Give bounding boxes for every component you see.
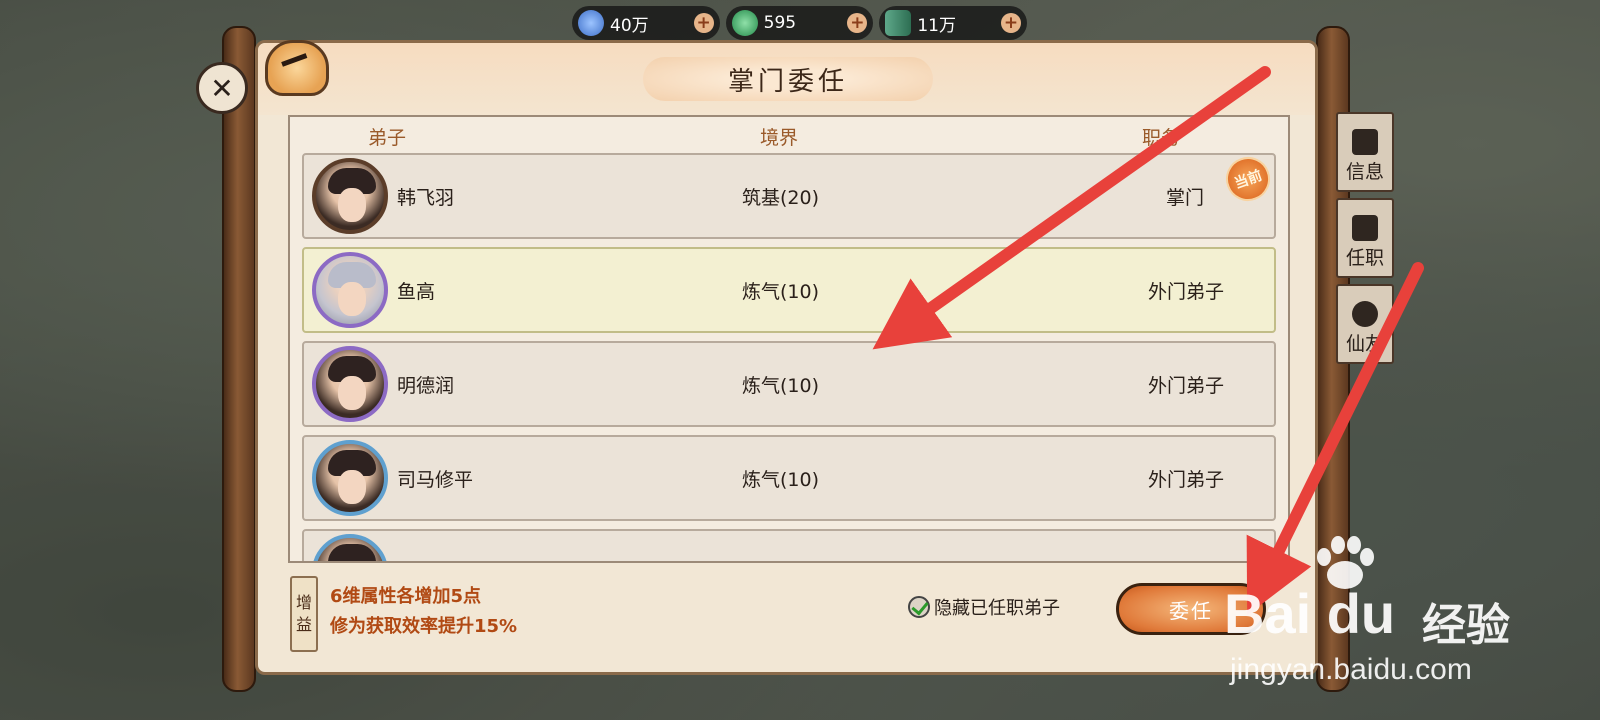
disciple-realm: 筑基(20) xyxy=(742,187,820,209)
disciple-realm: 炼气(10) xyxy=(742,281,820,303)
watermark-url: jingyan.baidu.com xyxy=(1230,653,1472,686)
dialog-header: 掌门委任 xyxy=(258,43,1315,115)
disciple-avatar xyxy=(312,534,388,561)
disciple-row[interactable]: 明德润 炼气(10) 外门弟子 xyxy=(302,341,1276,427)
tab-label: 任职 xyxy=(1345,247,1384,269)
resource-bar: 40万 + 595 + 11万 + xyxy=(572,6,1028,40)
gain-line-attributes: 6维属性各增加5点 xyxy=(330,586,482,607)
disciple-name: 明德润 xyxy=(397,375,455,397)
watermark-brand: Bai du xyxy=(1224,582,1396,645)
document-icon xyxy=(1352,129,1378,155)
resource-bamboo: 11万 + xyxy=(879,6,1028,40)
disciple-position: 外门弟子 xyxy=(1147,281,1224,303)
add-jade-button[interactable]: + xyxy=(847,13,868,33)
disciple-avatar xyxy=(312,440,388,516)
resource-jade: 595 + xyxy=(725,6,874,40)
close-icon[interactable]: ✕ xyxy=(196,62,248,114)
spirit-stone-icon xyxy=(578,10,604,36)
current-badge: 当前 xyxy=(1219,150,1277,208)
tab-appointment[interactable]: 任职 xyxy=(1336,198,1394,278)
dialog-title: 掌门委任 xyxy=(727,66,848,97)
disciple-name: 韩飞羽 xyxy=(397,187,455,209)
tab-label: 仙友 xyxy=(1345,333,1384,355)
column-header-position: 职务 xyxy=(1142,127,1181,149)
disciple-avatar xyxy=(312,252,388,328)
disciple-avatar xyxy=(312,158,388,234)
sect-crest-icon xyxy=(265,40,329,96)
resource-value: 40万 xyxy=(610,15,649,36)
title-banner: 掌门委任 xyxy=(643,57,933,101)
dialog-footer: 增 益 6维属性各增加5点 修为获取效率提升15% 隐藏已任职弟子 委任 xyxy=(288,568,1290,668)
jade-icon xyxy=(731,10,758,36)
add-spirit-stone-button[interactable]: + xyxy=(693,13,714,33)
watermark-cn: 经验 xyxy=(1422,600,1510,651)
appointment-dialog: 掌门委任 弟子 境界 职务 韩飞羽 筑基(20) 掌门 当前 鱼高 炼气(10)… xyxy=(255,40,1318,675)
resource-spirit-stone: 40万 + xyxy=(572,6,720,40)
disciple-row[interactable]: 韩飞羽 筑基(20) 掌门 当前 xyxy=(302,150,1277,239)
disciple-avatar xyxy=(312,346,388,422)
disciple-row[interactable]: 司马修平 炼气(10) 外门弟子 xyxy=(302,435,1276,521)
tab-label: 信息 xyxy=(1345,161,1384,183)
disciple-name: 司马修平 xyxy=(397,469,474,491)
disciple-realm: 炼气(10) xyxy=(742,375,820,397)
hide-appointed-label: 隐藏已任职弟子 xyxy=(934,598,1060,619)
baidu-watermark: Bai du 经验 jingyan.baidu.com xyxy=(1200,535,1580,695)
disciple-realm: 炼气(10) xyxy=(742,469,820,491)
add-bamboo-button[interactable]: + xyxy=(1001,13,1022,33)
people-icon xyxy=(1352,301,1378,327)
seal-icon xyxy=(1352,215,1378,241)
gain-line-cultivation: 修为获取效率提升15% xyxy=(330,616,518,637)
column-header-realm: 境界 xyxy=(760,127,799,149)
disciple-name: 鱼高 xyxy=(397,281,436,303)
resource-value: 11万 xyxy=(917,15,956,36)
disciple-position: 外门弟子 xyxy=(1147,469,1224,491)
disciple-row-partial[interactable] xyxy=(302,529,1276,561)
disciple-position: 掌门 xyxy=(1165,187,1204,209)
disciple-list[interactable]: 弟子 境界 职务 韩飞羽 筑基(20) 掌门 当前 鱼高 炼气(10) 外门弟子… xyxy=(288,115,1290,563)
disciple-position: 外门弟子 xyxy=(1147,375,1224,397)
checkbox-checked-icon[interactable] xyxy=(908,596,930,618)
tab-info[interactable]: 信息 xyxy=(1336,112,1394,192)
tab-friends[interactable]: 仙友 xyxy=(1336,284,1394,364)
resource-value: 595 xyxy=(763,13,797,33)
column-header-disciple: 弟子 xyxy=(368,127,407,149)
bamboo-scroll-icon xyxy=(885,10,912,36)
hide-appointed-toggle[interactable]: 隐藏已任职弟子 xyxy=(908,594,1060,620)
scroll-roller-left xyxy=(222,26,256,692)
disciple-row-selected[interactable]: 鱼高 炼气(10) 外门弟子 xyxy=(302,247,1276,333)
gain-tag: 增 益 xyxy=(290,576,318,652)
